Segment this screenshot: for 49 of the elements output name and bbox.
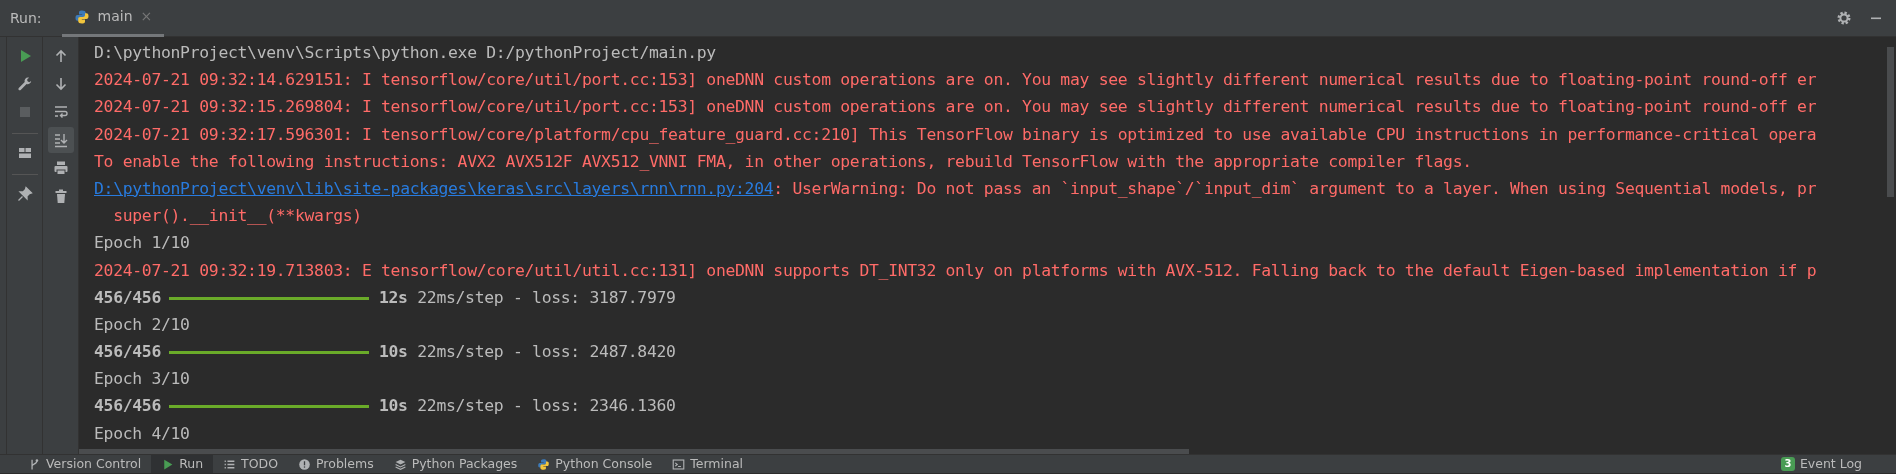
epoch-time: 10s: [379, 396, 408, 416]
console-text: D:\pythonProject\venv\Scripts\python.exe D:/pythonProject/main.py: [94, 43, 716, 62]
step-stats: 22ms/step - loss: 2346.1360: [417, 396, 676, 416]
error-text: super().__init__(**kwargs): [112, 206, 362, 226]
error-text: 2024-07-21 09:32:15.269804: I tensorflow/core/util/port.cc:153] oneDNN custom operations are on. You may see slightly different numerical results due to floating-point round-off er: [94, 97, 1817, 117]
console-text: Epoch 3/10: [94, 369, 190, 389]
tool-window-tab[interactable]: Problems: [288, 455, 384, 473]
step-stats: 22ms/step - loss: 3187.7979: [417, 287, 676, 307]
layout-icon[interactable]: [16, 145, 33, 161]
count-badge: 3: [1780, 457, 1795, 471]
branch-icon: [28, 457, 41, 471]
epoch-time: 12s: [379, 287, 408, 307]
tool-window-tab[interactable]: Python Packages: [383, 455, 528, 473]
step-stats: 22ms/step - loss: 2487.8420: [417, 342, 676, 362]
console-text: Epoch 1/10: [94, 233, 190, 253]
settings-icon[interactable]: [1836, 10, 1852, 26]
tool-window-tab[interactable]: TODO: [213, 455, 289, 473]
error-text: 2024-07-21 09:32:19.713803: E tensorflow/core/util/util.cc:131] oneDNN supports DT_INT32 only on platforms with AVX-512. Falling back to the default Eigen-based implementation if p: [94, 260, 1817, 280]
tool-window-tab[interactable]: Run: [151, 455, 214, 473]
scrollbar-thumb[interactable]: [1887, 47, 1894, 197]
panel-label: Run:: [9, 8, 43, 28]
epoch-time: 10s: [379, 342, 408, 362]
error-text: To enable the following instructions: AVX2 AVX512F AVX512_VNNI FMA, in other operations, rebuild TensorFlow with the appropriate compiler flags.: [94, 151, 1472, 171]
console-text: Epoch 4/10: [94, 423, 190, 443]
step-count: 456/456: [94, 342, 161, 362]
tab-label: main: [97, 7, 133, 26]
tool-window-tab[interactable]: Python Console: [527, 455, 663, 473]
python-icon: [537, 457, 551, 471]
error-text: 2024-07-21 09:32:14.629151: I tensorflow/core/util/port.cc:153] oneDNN custom operations are on. You may see slightly different numerical results due to floating-point round-off er: [94, 70, 1817, 90]
soft-wrap-icon: [52, 104, 69, 120]
scroll-to-end-icon: [52, 132, 69, 148]
layers-icon: [393, 457, 407, 471]
tool-window-tab[interactable]: Version Control: [18, 455, 152, 473]
step-count: 456/456: [94, 287, 161, 307]
pin-icon[interactable]: [16, 186, 33, 202]
scroll-to-end-button[interactable]: [47, 127, 74, 153]
event-log-button[interactable]: 3 Event Log: [1770, 455, 1872, 473]
python-icon: [73, 8, 90, 25]
tool-window-tab[interactable]: Terminal: [662, 455, 754, 473]
step-count: 456/456: [94, 396, 161, 416]
wrench-icon[interactable]: [16, 76, 33, 92]
terminal-icon: [672, 457, 686, 471]
console-text: Epoch 2/10: [94, 314, 190, 334]
error-text: : UserWarning: Do not pass an `input_shape`/`input_dim` argument to a layer. When using Sequential models, pr: [773, 178, 1817, 198]
printer-icon: [52, 160, 69, 176]
error-text: 2024-07-21 09:32:17.596301: I tensorflow/core/platform/cpu_feature_guard.cc:210] This TensorFlow binary is optimized to use available CPU instructions in performance-critical opera: [94, 124, 1817, 144]
play-icon: [161, 457, 175, 471]
file-link[interactable]: D:\pythonProject\venv\lib\site-packages\keras\src\layers\rnn\rnn.py:204: [94, 178, 774, 198]
scrollbar-thumb[interactable]: [79, 449, 1189, 454]
